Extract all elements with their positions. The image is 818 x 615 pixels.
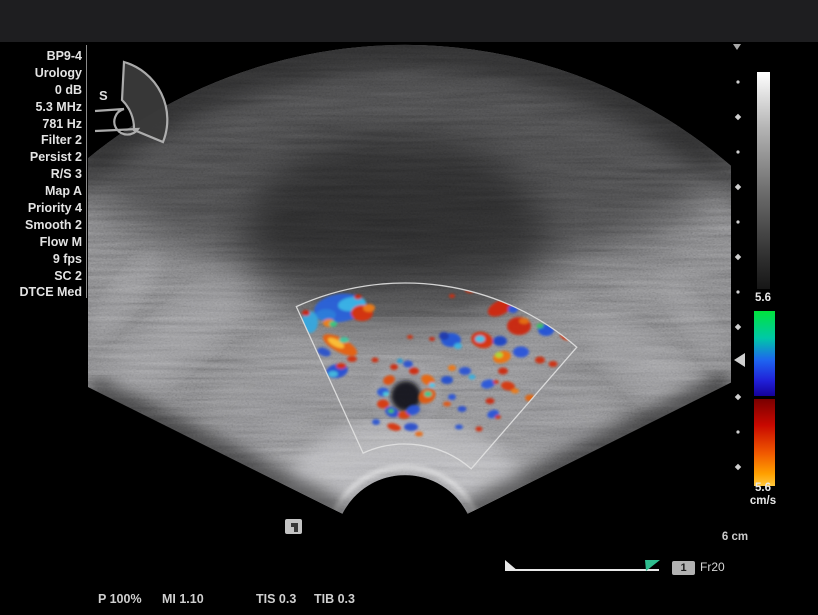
velocity-scale-min-label: 5.6 xyxy=(746,482,780,494)
pictogram-icon xyxy=(285,519,302,534)
param-sc: SC 2 xyxy=(0,268,82,285)
param-framerate: 9 fps xyxy=(0,251,82,268)
depth-tick-marks xyxy=(735,80,742,470)
tib-value: TIB 0.3 xyxy=(314,592,355,606)
param-gain: 0 dB xyxy=(0,82,82,99)
output-status-bar: P 100% MI 1.10 TIS 0.3 TIB 0.3 xyxy=(0,592,818,608)
ultrasound-screen: BP9-4 Urology 0 dB 5.3 MHz 781 Hz Filter… xyxy=(0,0,818,615)
acquisition-parameters-panel: BP9-4 Urology 0 dB 5.3 MHz 781 Hz Filter… xyxy=(0,48,82,301)
orientation-marker-label: S xyxy=(99,88,108,103)
mi-value: MI 1.10 xyxy=(162,592,204,606)
depth-ruler xyxy=(505,560,660,571)
tis-value: TIS 0.3 xyxy=(256,592,296,606)
depth-scale-top-marker xyxy=(733,44,741,50)
depth-label: 6 cm xyxy=(712,531,758,543)
doppler-colorbar-negative xyxy=(754,399,775,486)
param-map: Map A xyxy=(0,183,82,200)
param-frequency: 5.3 MHz xyxy=(0,99,82,116)
bmode-fan-image xyxy=(0,18,818,615)
param-persist: Persist 2 xyxy=(0,149,82,166)
grayscale-bar xyxy=(757,72,770,289)
sidebar-divider xyxy=(86,45,87,298)
param-flow: Flow M xyxy=(0,234,82,251)
param-transducer: BP9-4 xyxy=(0,48,82,65)
param-smooth: Smooth 2 xyxy=(0,217,82,234)
velocity-unit-label: cm/s xyxy=(744,495,782,507)
ultrasound-graphics xyxy=(0,0,818,615)
param-filter: Filter 2 xyxy=(0,132,82,149)
frame-rate-label: Fr20 xyxy=(700,560,725,574)
power-value: P 100% xyxy=(98,592,142,606)
velocity-scale-max-label: 5.6 xyxy=(746,292,780,304)
frame-number-badge: 1 xyxy=(672,561,695,575)
focus-marker-icon xyxy=(734,353,745,367)
param-prf: 781 Hz xyxy=(0,116,82,133)
param-rs: R/S 3 xyxy=(0,166,82,183)
param-priority: Priority 4 xyxy=(0,200,82,217)
param-dtce: DTCE Med xyxy=(0,284,82,301)
param-preset: Urology xyxy=(0,65,82,82)
doppler-colorbar-positive xyxy=(754,311,775,396)
